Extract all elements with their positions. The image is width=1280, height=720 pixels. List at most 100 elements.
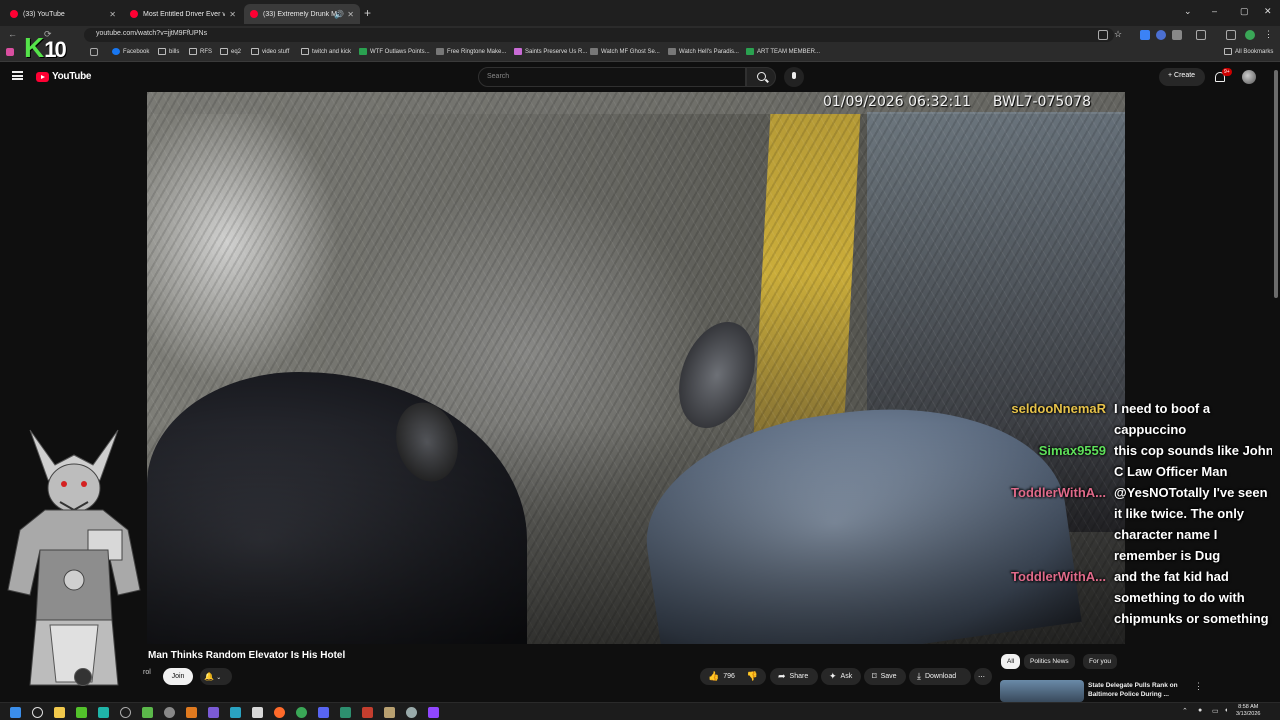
bookmark-facebook[interactable]: Facebook [112, 48, 149, 55]
file-explorer-icon[interactable] [54, 707, 65, 718]
chat-message: Simax9559 this cop sounds like John C La… [990, 440, 1275, 482]
related-video-thumbnail[interactable] [1000, 680, 1084, 702]
apps-icon[interactable] [6, 48, 14, 56]
chip-all[interactable]: All [1001, 654, 1021, 669]
bookmark-mf-ghost[interactable]: Watch MF Ghost Se... [590, 48, 660, 55]
channel-name[interactable]: rol [143, 669, 151, 676]
site-icon [668, 48, 676, 55]
discord-icon[interactable] [318, 707, 329, 718]
bodycam-timestamp: 01/09/2026 06:32:11 [822, 94, 971, 110]
voice-search-icon[interactable] [784, 67, 804, 87]
thumbs-down-icon[interactable]: 👎 [747, 671, 758, 682]
settings-icon[interactable] [406, 707, 417, 718]
maximize-button[interactable]: ▢ [1240, 6, 1249, 17]
app-icon[interactable] [98, 707, 109, 718]
app-icon[interactable] [208, 707, 219, 718]
firefox-icon[interactable] [274, 707, 285, 718]
app-icon[interactable] [340, 707, 351, 718]
grid-icon[interactable] [90, 48, 98, 56]
chip-for-you[interactable]: For you [1083, 654, 1118, 669]
tray-chevron-icon[interactable]: ⌃ [1182, 707, 1188, 715]
related-video-title[interactable]: State Delegate Pulls Rank on Baltimore P… [1088, 681, 1188, 699]
windows-taskbar: ⌃ ● ▭ ◖ 8:58 AM 3/13/2026 [0, 702, 1280, 720]
url-field[interactable]: youtube.com/watch?v=jjtM9FfUPNs [84, 28, 1114, 42]
extension-icon[interactable] [1156, 30, 1166, 40]
download-button[interactable]: ⤓ Download [909, 668, 971, 685]
video-player[interactable]: 01/09/2026 06:32:11 BWL7-075078 [147, 92, 1125, 644]
tab-search-icon[interactable]: ⌄ [1184, 6, 1192, 17]
ask-button[interactable]: ✦ Ask [821, 668, 861, 685]
bookmark-saints-preserve[interactable]: Saints Preserve Us R... [514, 48, 587, 55]
search-input[interactable]: Search [478, 67, 746, 87]
cast-icon[interactable] [1098, 30, 1108, 40]
search-icon[interactable] [32, 707, 43, 718]
join-button[interactable]: Join [163, 668, 193, 685]
close-tab-icon[interactable]: ✕ [347, 10, 354, 19]
like-dislike-buttons[interactable]: 👍 796 👎 [700, 668, 766, 685]
share-button[interactable]: ➦ Share [770, 668, 818, 685]
bookmark-rfs[interactable]: RFS [189, 48, 212, 55]
streamer-avatar-character [7, 429, 141, 686]
bookmark-video-stuff[interactable]: video stuff [251, 48, 289, 55]
create-button[interactable]: + Create [1159, 68, 1205, 86]
browser-tab-3[interactable]: (33) Extremely Drunk Man 🔊 ✕ [244, 4, 360, 24]
bookmark-hells-paradise[interactable]: Watch Hell's Paradis... [668, 48, 739, 55]
browser-tab-1[interactable]: (33) YouTube ✕ [4, 4, 122, 24]
profile-icon[interactable] [1245, 30, 1255, 40]
chrome-icon[interactable] [296, 707, 307, 718]
star-icon[interactable]: ☆ [1114, 29, 1122, 40]
youtube-logo-text[interactable]: YouTube [52, 71, 92, 82]
extension-icon[interactable] [1140, 30, 1150, 40]
speaker-icon[interactable]: 🔊 [334, 10, 344, 19]
bookmark-wtf-outlaws[interactable]: WTF Outlaws Points... [359, 48, 430, 55]
hamburger-menu-icon[interactable] [12, 71, 23, 80]
browser-tab-2[interactable]: Most Entitled Driver Ever vs Bo ✕ [124, 4, 242, 24]
bookmark-eq2[interactable]: eq2 [220, 48, 241, 55]
bookmark-icon: ⌑ [872, 671, 877, 681]
app-icon[interactable] [142, 707, 153, 718]
minimize-button[interactable]: – [1212, 6, 1217, 16]
close-window-button[interactable]: ✕ [1264, 6, 1272, 17]
menu-dots-icon[interactable]: ⋮ [1264, 29, 1273, 40]
back-icon[interactable]: ← [8, 29, 17, 39]
close-tab-icon[interactable]: ✕ [109, 10, 116, 19]
app-icon[interactable] [384, 707, 395, 718]
bookmark-free-ringtone[interactable]: Free Ringtone Make... [436, 48, 506, 55]
close-tab-icon[interactable]: ✕ [229, 10, 236, 19]
save-button[interactable]: ⌑ Save [864, 668, 906, 685]
app-icon[interactable] [362, 707, 373, 718]
app-icon[interactable] [120, 707, 131, 718]
downloads-icon[interactable] [1226, 30, 1236, 40]
bookmark-art-team[interactable]: ART TEAM MEMBER... [746, 48, 820, 55]
search-button[interactable] [746, 67, 776, 87]
app-icon[interactable] [164, 707, 175, 718]
channel-avatar[interactable] [74, 668, 92, 686]
more-vert-icon[interactable]: ⋮ [1194, 681, 1203, 692]
extension-icon[interactable] [1172, 30, 1182, 40]
chip-politics-news[interactable]: Politics News [1024, 654, 1075, 669]
bookmark-twitch-and-kick[interactable]: twitch and kick [301, 48, 351, 55]
network-icon[interactable]: ▭ [1212, 707, 1219, 715]
twitch-icon[interactable] [428, 707, 439, 718]
account-avatar[interactable] [1242, 70, 1256, 84]
more-actions-button[interactable]: ⋯ [974, 668, 992, 685]
subscription-bell-button[interactable]: 🔔 ⌄ [200, 668, 232, 685]
system-clock[interactable]: 8:58 AM 3/13/2026 [1236, 704, 1260, 718]
chevron-down-icon: ⌄ [216, 675, 222, 681]
puzzle-icon[interactable] [1196, 30, 1206, 40]
notification-badge: 9+ [1222, 68, 1232, 76]
chat-overlay: seldooNnemaR I need to boof a cappuccino… [990, 398, 1275, 629]
bookmark-bills[interactable]: bills [158, 48, 179, 55]
youtube-logo-icon[interactable] [36, 72, 49, 82]
new-tab-button[interactable]: + [364, 6, 371, 20]
volume-icon[interactable]: ◖ [1224, 707, 1228, 714]
app-icon[interactable] [230, 707, 241, 718]
app-icon[interactable] [252, 707, 263, 718]
start-menu-icon[interactable] [10, 707, 21, 718]
mic-tray-icon[interactable]: ● [1198, 707, 1202, 714]
app-icon[interactable] [76, 707, 87, 718]
vlc-icon[interactable] [186, 707, 197, 718]
scrollbar-thumb[interactable] [1274, 70, 1278, 298]
thumbs-up-icon[interactable]: 👍 [708, 671, 719, 682]
all-bookmarks[interactable]: All Bookmarks [1224, 48, 1273, 55]
